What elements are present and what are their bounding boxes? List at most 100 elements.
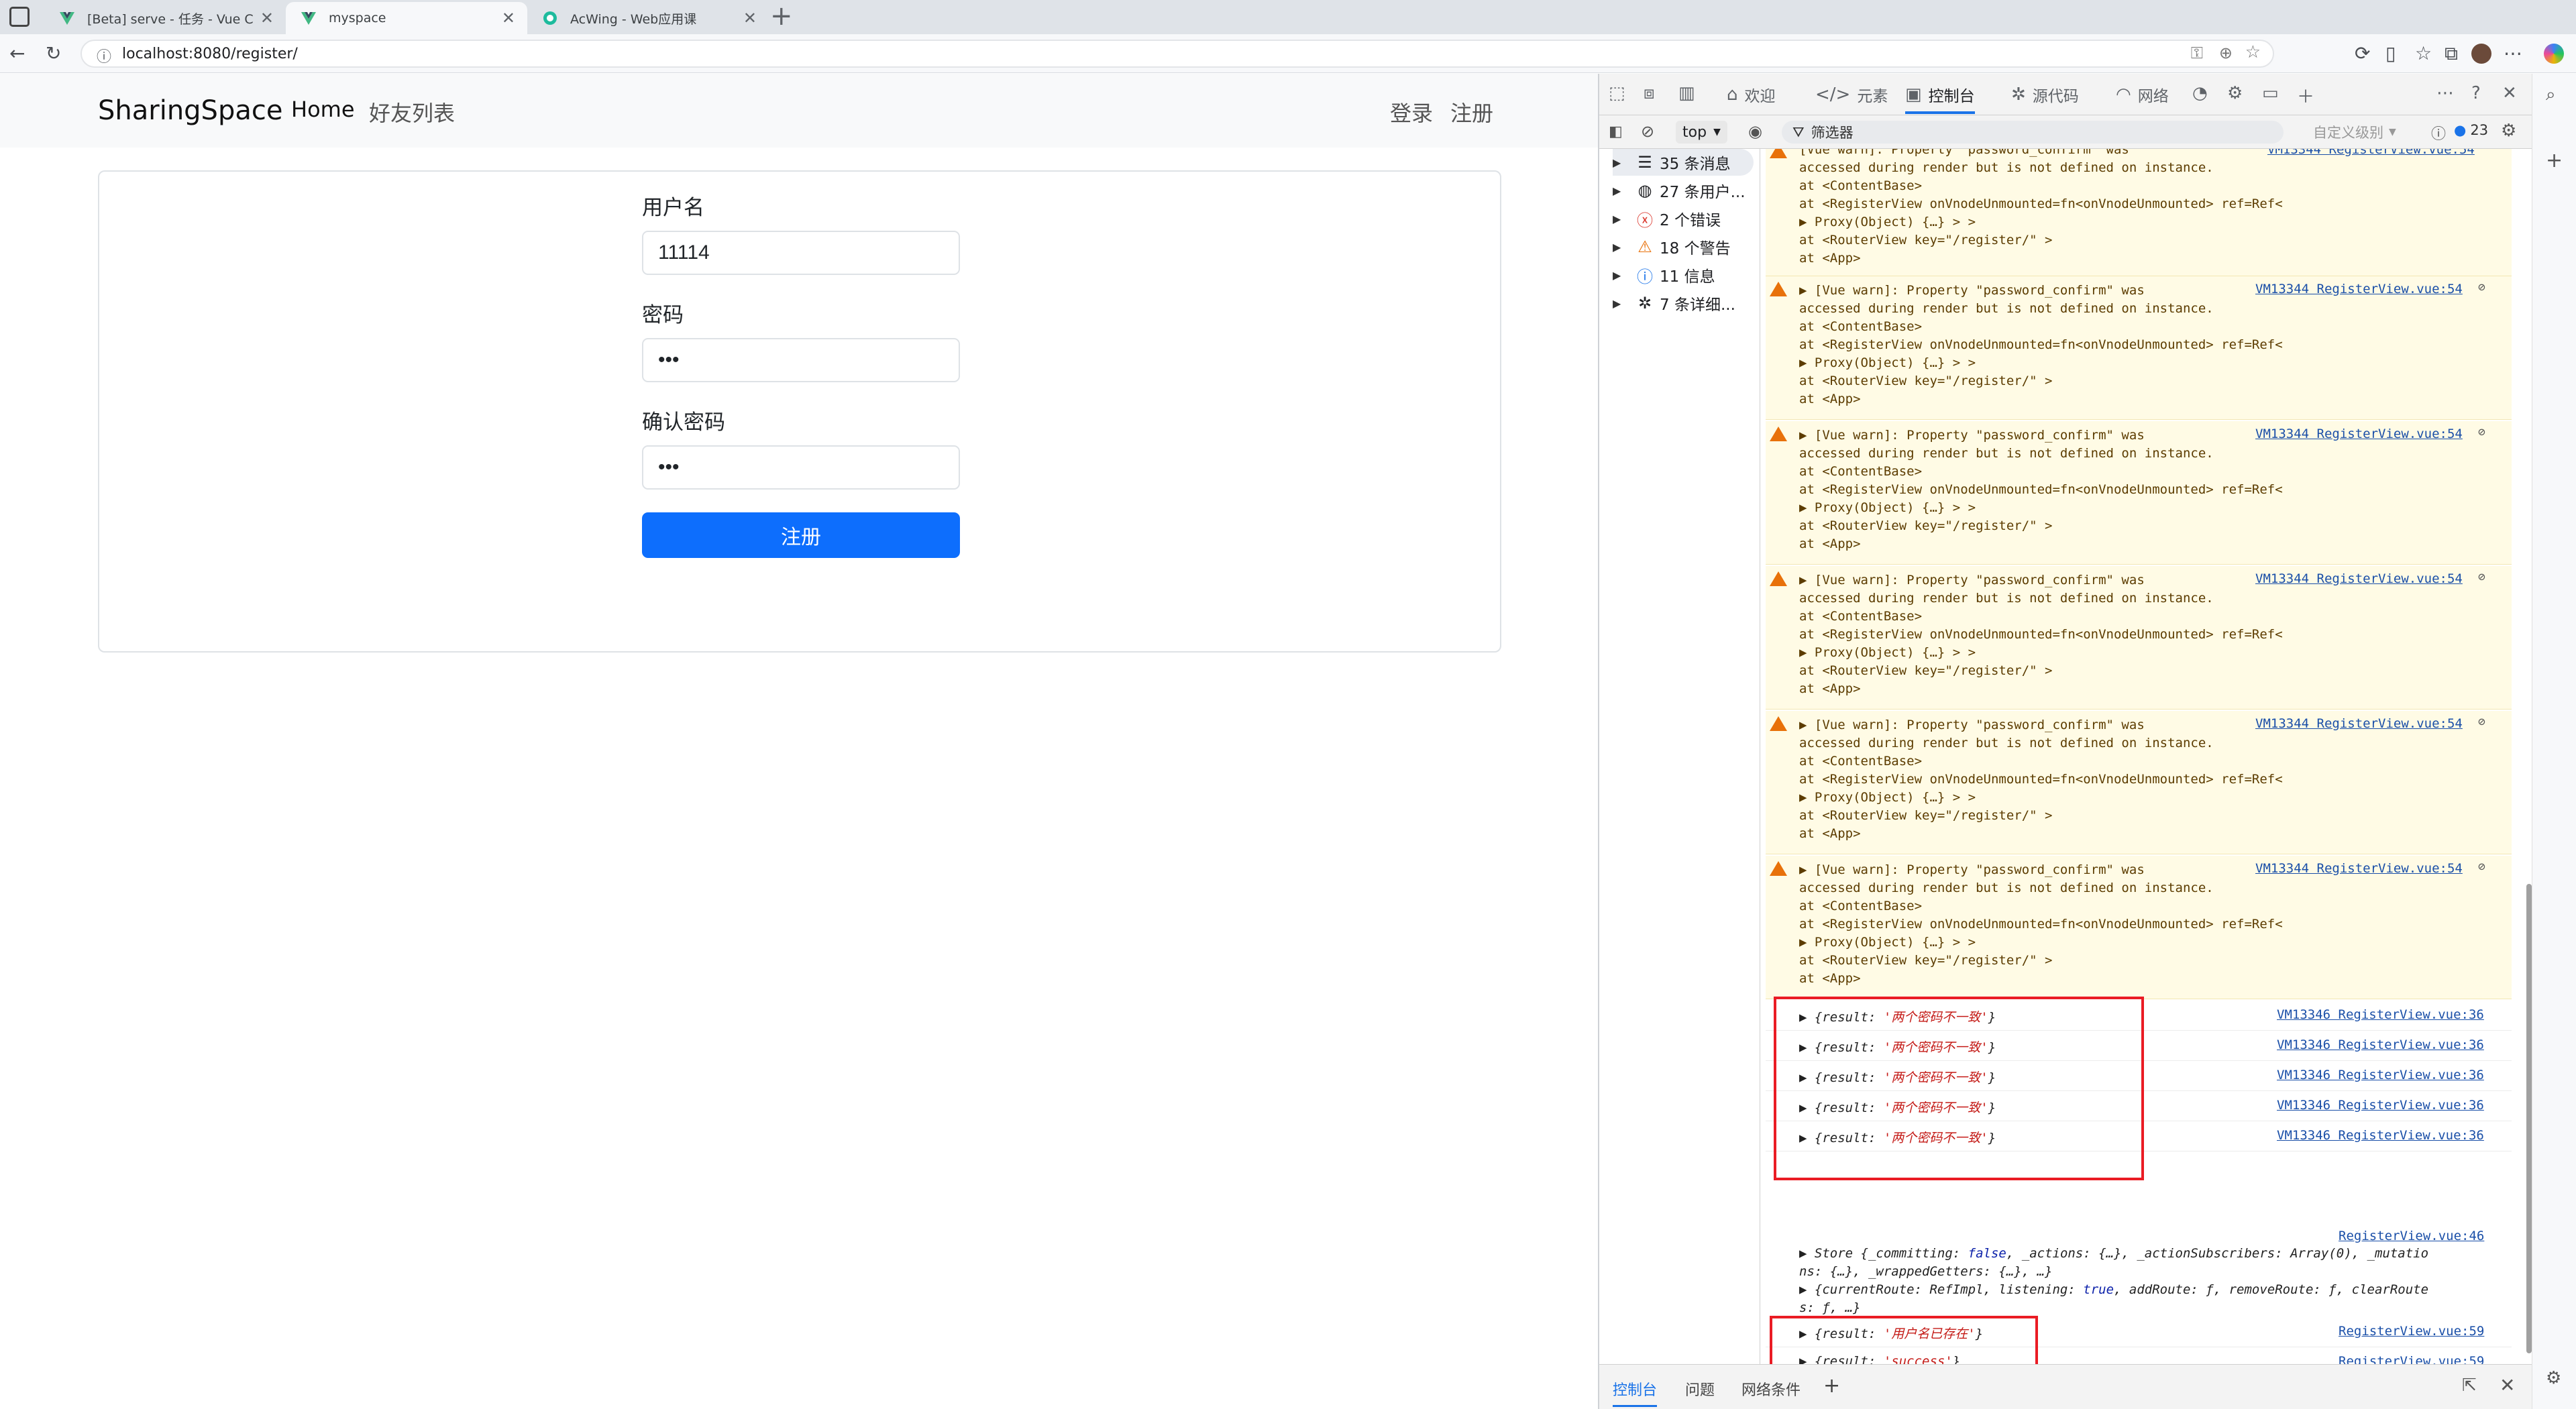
console-warning[interactable]: ▶ [Vue warn]: Property "password_confirm… (1766, 276, 2512, 420)
device-emulation-icon[interactable]: ⬚ (1609, 83, 1632, 103)
source-link[interactable]: VM13344 RegisterView.vue:54 (2255, 571, 2463, 586)
nav-friends-link[interactable]: 好友列表 (369, 97, 455, 127)
drawer-tab-issues[interactable]: 问题 (1685, 1378, 1715, 1400)
more-menu-icon[interactable]: ⋯ (2504, 43, 2522, 64)
avatar[interactable] (2471, 44, 2491, 64)
drawer-tab-network-conditions[interactable]: 网络条件 (1741, 1378, 1801, 1400)
password-input[interactable]: ••• (642, 338, 960, 382)
tab-console[interactable]: ▣ 控制台 (1905, 83, 1975, 114)
dock-icon[interactable]: ▥ (1678, 83, 1702, 103)
close-devtools-icon[interactable]: ✕ (2502, 83, 2524, 103)
tab-elements[interactable]: </> 元素 (1815, 83, 1888, 106)
back-icon[interactable]: ← (9, 43, 25, 64)
source-link[interactable]: VM13344 RegisterView.vue:54 (2255, 282, 2463, 296)
source-link[interactable]: RegisterView.vue:59 (2339, 1354, 2484, 1364)
site-info-icon[interactable]: ⓘ (97, 45, 111, 66)
split-screen-icon[interactable]: ▯ (2385, 43, 2396, 64)
info-icon: ⓘ (1637, 267, 1653, 286)
chevron-down-icon: ▼ (1713, 127, 1721, 137)
console-scrollbar[interactable] (2526, 884, 2532, 1353)
ai-explain-icon[interactable]: ⊘ (2478, 860, 2485, 874)
tab-close-icon[interactable]: ✕ (260, 9, 274, 27)
source-link[interactable]: VM13344 RegisterView.vue:54 (2255, 861, 2463, 876)
sidebar-settings-icon[interactable]: ⚙ (2546, 1368, 2561, 1388)
tab-welcome[interactable]: ⌂ 欢迎 (1727, 83, 1776, 106)
help-icon[interactable]: ? (2471, 83, 2487, 103)
filter-input[interactable]: ⛛ 筛选器 (1782, 121, 2284, 144)
context-selector[interactable]: top ▼ (1676, 121, 1727, 144)
dock-drawer-icon[interactable]: ⇱ (2462, 1375, 2477, 1396)
username-input[interactable]: 11114 (642, 231, 960, 275)
copilot-icon[interactable] (2544, 44, 2564, 64)
warning-line: at <ContentBase> (1799, 754, 1923, 769)
new-tab-button[interactable]: + (770, 3, 793, 30)
sidebar-item-label: 35 条消息 (1660, 156, 1731, 173)
ai-explain-icon[interactable]: ⊘ (2478, 715, 2485, 729)
ai-explain-icon[interactable]: ⊘ (2478, 570, 2485, 584)
console-warning[interactable]: ▶ [Vue warn]: Property "password_confirm… (1766, 421, 2512, 565)
nav-login-link[interactable]: 登录 (1390, 97, 1433, 127)
source-link[interactable]: VM13344 RegisterView.vue:54 (2267, 149, 2475, 157)
log-levels-dropdown[interactable]: 自定义级别 ▼ (2313, 122, 2396, 142)
sidebar-item-warnings[interactable]: ▶ ⚠ 18 个警告 (1613, 233, 1731, 260)
close-drawer-icon[interactable]: ✕ (2500, 1374, 2515, 1396)
nav-home-link[interactable]: Home (291, 97, 355, 122)
register-submit-button[interactable]: 注册 (642, 512, 960, 558)
source-link[interactable]: VM13346 RegisterView.vue:36 (2277, 1007, 2484, 1022)
tab-network[interactable]: ◠ 网络 (2116, 83, 2169, 106)
source-link[interactable]: RegisterView.vue:46 (2339, 1229, 2484, 1243)
performance-icon[interactable]: ◔ (2192, 83, 2214, 103)
sidebar-item-user-messages[interactable]: ▶ ◍ 27 条用户... (1613, 177, 1746, 204)
source-link[interactable]: VM13346 RegisterView.vue:36 (2277, 1128, 2484, 1143)
browser-tab-myspace[interactable]: myspace ✕ (286, 2, 527, 34)
sidebar-item-info[interactable]: ▶ ⓘ 11 信息 (1613, 262, 1715, 288)
browser-tab-acwing[interactable]: AcWing - Web应用课 ✕ (527, 2, 769, 34)
devtools-more-icon[interactable]: ⋯ (2436, 83, 2461, 103)
live-expression-eye-icon[interactable]: ◉ (1748, 122, 1762, 141)
ai-explain-icon[interactable]: ⊘ (2478, 280, 2485, 294)
address-bar[interactable]: ⓘ localhost:8080/register/ ⚿ ⊕ ☆ (80, 40, 2274, 68)
tab-actions-menu-icon[interactable] (9, 7, 30, 27)
sidebar-item-errors[interactable]: ▶ ⓧ 2 个错误 (1613, 205, 1721, 232)
confirm-password-input[interactable]: ••• (642, 445, 960, 490)
more-tools-icon[interactable]: ＋ (2297, 83, 2321, 108)
tab-sources[interactable]: ✲ 源代码 (2011, 83, 2079, 106)
console-warning[interactable]: ▶ [Vue warn]: Property "password_confirm… (1766, 856, 2512, 999)
zoom-icon[interactable]: ⊕ (2219, 44, 2233, 62)
console-settings-icon[interactable]: ⚙ (2501, 121, 2516, 141)
add-drawer-tab-button[interactable]: + (1823, 1374, 1840, 1398)
sidebar-item-label: 27 条用户... (1660, 184, 1746, 201)
navbar-brand[interactable]: SharingSpace (98, 95, 282, 126)
sidebar-item-messages[interactable]: ▶ ☰ 35 条消息 (1613, 149, 1754, 176)
key-icon[interactable]: ⚿ (2191, 44, 2203, 62)
source-link[interactable]: VM13346 RegisterView.vue:36 (2277, 1068, 2484, 1082)
drawer-tab-console[interactable]: 控制台 (1613, 1378, 1658, 1407)
sidebar-toggle-icon[interactable]: ◧ (1609, 123, 1623, 140)
source-link[interactable]: RegisterView.vue:59 (2339, 1324, 2484, 1339)
nav-register-link[interactable]: 注册 (1450, 97, 1493, 127)
tab-close-icon[interactable]: ✕ (502, 9, 515, 27)
favorites-icon[interactable]: ☆ (2415, 43, 2432, 64)
ai-explain-icon[interactable]: ⊘ (2478, 425, 2485, 439)
console-warning[interactable]: ▶ [Vue warn]: Property "password_confirm… (1766, 566, 2512, 710)
inspect-icon[interactable]: ⧈ (1644, 83, 1662, 104)
search-icon[interactable]: ⌕ (2546, 84, 2556, 105)
browser-tab-vue-cli[interactable]: [Beta] serve - 任务 - Vue CLI ✕ (44, 2, 286, 34)
sidebar-item-verbose[interactable]: ▶ ✲ 7 条详细... (1613, 290, 1735, 317)
source-link[interactable]: VM13346 RegisterView.vue:36 (2277, 1098, 2484, 1113)
favorite-star-icon[interactable]: ☆ (2245, 42, 2261, 62)
clear-console-icon[interactable]: ⊘ (1641, 122, 1654, 141)
application-icon[interactable]: ▭ (2262, 83, 2286, 103)
console-warning[interactable]: [Vue warn]: Property "password_confirm" … (1766, 149, 2512, 276)
collections-icon[interactable]: ⧉ (2445, 43, 2458, 64)
source-link[interactable]: VM13346 RegisterView.vue:36 (2277, 1037, 2484, 1052)
tab-close-icon[interactable]: ✕ (743, 9, 757, 27)
extensions-icon[interactable]: ⟳ (2355, 43, 2370, 64)
source-link[interactable]: VM13344 RegisterView.vue:54 (2255, 716, 2463, 731)
reload-icon[interactable]: ↻ (46, 43, 61, 64)
issues-badge[interactable]: ● 23 (2454, 122, 2488, 138)
add-sidebar-app-icon[interactable]: + (2546, 149, 2563, 172)
settings-gear-icon[interactable]: ⚙ (2227, 83, 2249, 103)
console-warning[interactable]: ▶ [Vue warn]: Property "password_confirm… (1766, 711, 2512, 854)
source-link[interactable]: VM13344 RegisterView.vue:54 (2255, 427, 2463, 441)
